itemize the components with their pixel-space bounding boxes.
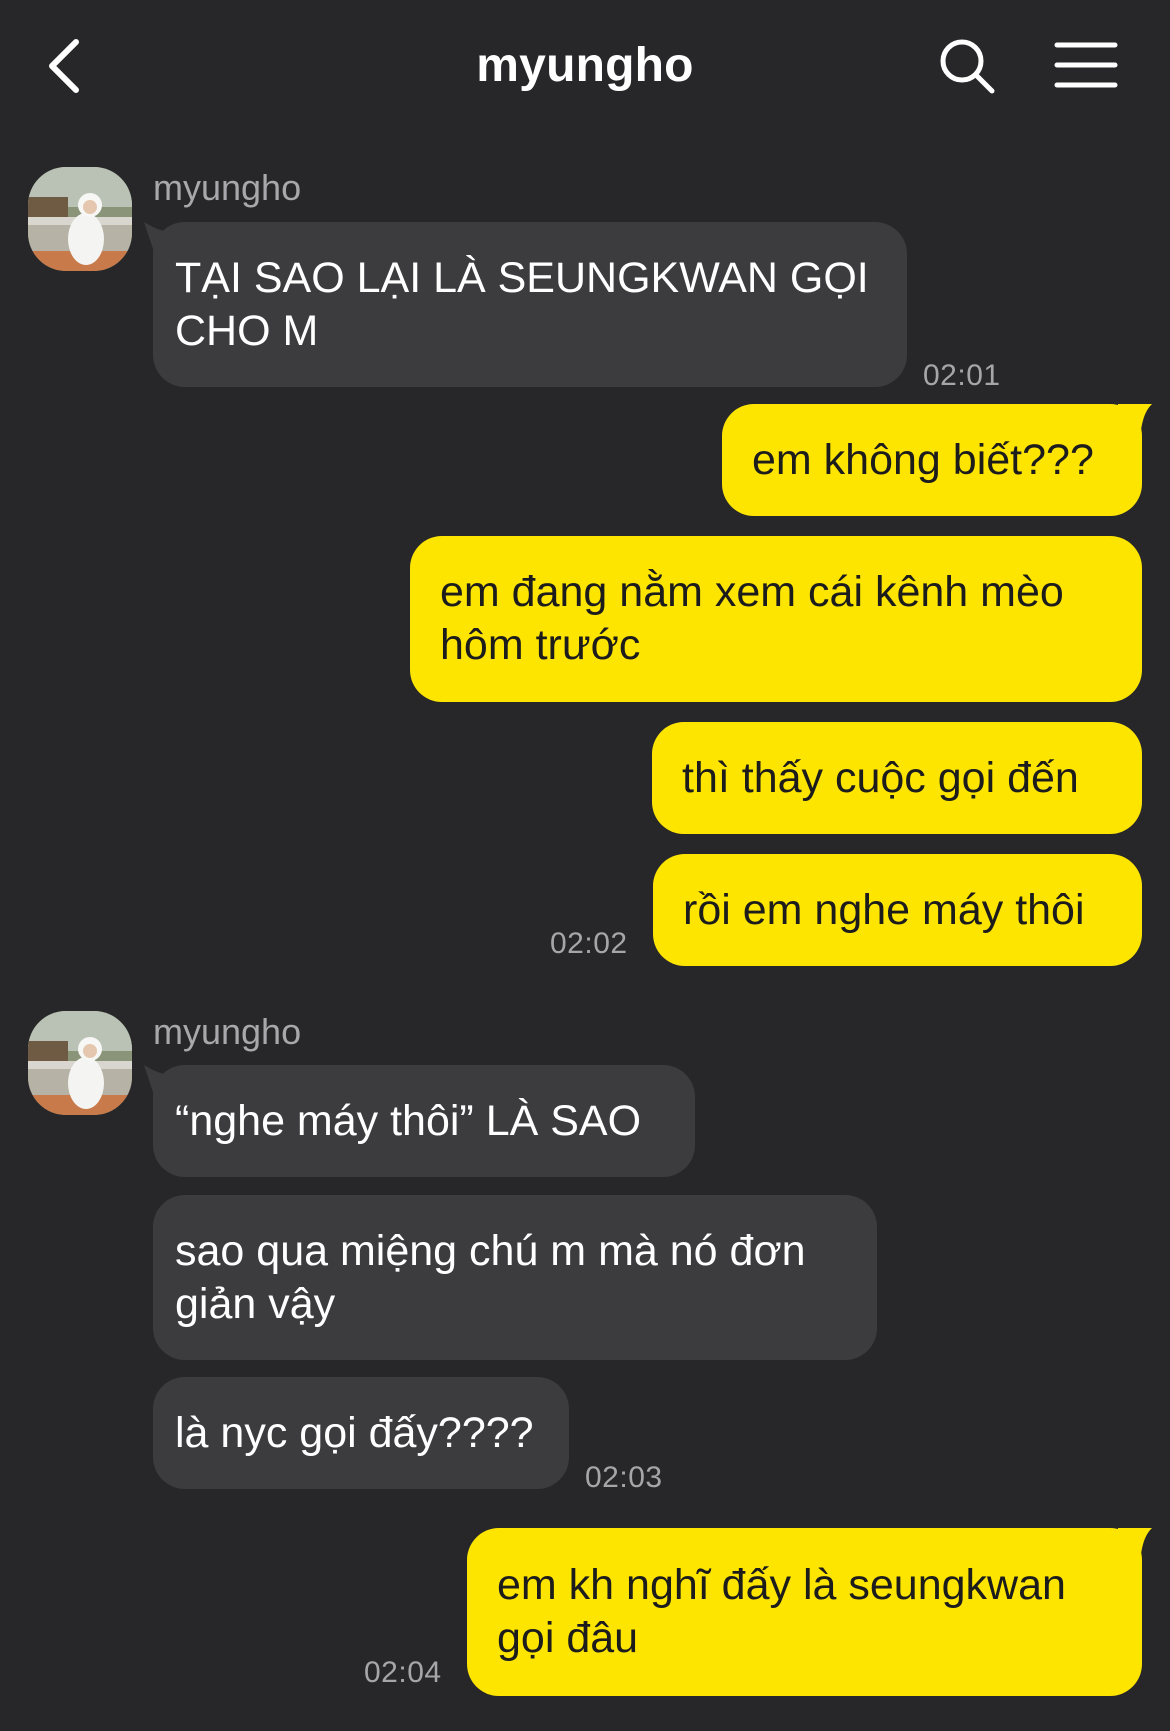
search-button[interactable] (935, 34, 999, 98)
message-line: CHO M (175, 306, 319, 355)
timestamp: 02:03 (585, 1461, 663, 1494)
message-line: giản vậy (175, 1279, 336, 1328)
message-line: sao qua miệng chú m mà nó đơn (175, 1226, 806, 1275)
search-icon (940, 39, 995, 94)
timestamp: 02:02 (550, 927, 628, 960)
timestamp: 02:01 (923, 359, 1001, 392)
outgoing-message[interactable]: em đang nằm xem cái kênh mèo hôm trước (410, 536, 1142, 702)
message-line: rồi em nghe máy thôi (683, 885, 1085, 934)
message-line: là nyc gọi đấy???? (175, 1408, 534, 1457)
profile-photo-icon (28, 1011, 132, 1115)
outgoing-message[interactable]: em không biết??? (722, 404, 1142, 516)
sender-name: myungho (153, 167, 302, 208)
profile-photo-icon (28, 167, 132, 271)
message-line: em đang nằm xem cái kênh mèo (440, 568, 1064, 616)
bubble-tail (1118, 1528, 1152, 1562)
avatar[interactable] (28, 1011, 132, 1115)
incoming-message[interactable]: “nghe máy thôi” LÀ SAO (153, 1065, 695, 1177)
outgoing-message[interactable]: thì thấy cuộc gọi đến (652, 722, 1142, 834)
incoming-message[interactable]: sao qua miệng chú m mà nó đơn giản vậy (153, 1195, 877, 1360)
message-line: “nghe máy thôi” LÀ SAO (175, 1096, 642, 1145)
menu-button[interactable] (1054, 40, 1118, 92)
message-line: thì thấy cuộc gọi đến (682, 753, 1079, 802)
sender-name: myungho (153, 1011, 302, 1052)
message-line: em không biết??? (752, 435, 1094, 484)
menu-icon (1054, 42, 1118, 88)
message-line: hôm trước (440, 621, 641, 669)
bubble-tail (1118, 404, 1152, 438)
incoming-message[interactable]: TẠI SAO LẠI LÀ SEUNGKWAN GỌI CHO M (153, 222, 907, 387)
outgoing-message[interactable]: rồi em nghe máy thôi (653, 854, 1142, 966)
timestamp: 02:04 (364, 1656, 442, 1689)
message-line: em kh nghĩ đấy là seungkwan (497, 1561, 1066, 1609)
message-line: gọi đâu (497, 1614, 639, 1662)
incoming-message[interactable]: là nyc gọi đấy???? (153, 1377, 569, 1489)
message-line: TẠI SAO LẠI LÀ SEUNGKWAN GỌI (175, 253, 869, 302)
outgoing-message[interactable]: em kh nghĩ đấy là seungkwan gọi đâu (467, 1528, 1142, 1696)
avatar[interactable] (28, 167, 132, 271)
